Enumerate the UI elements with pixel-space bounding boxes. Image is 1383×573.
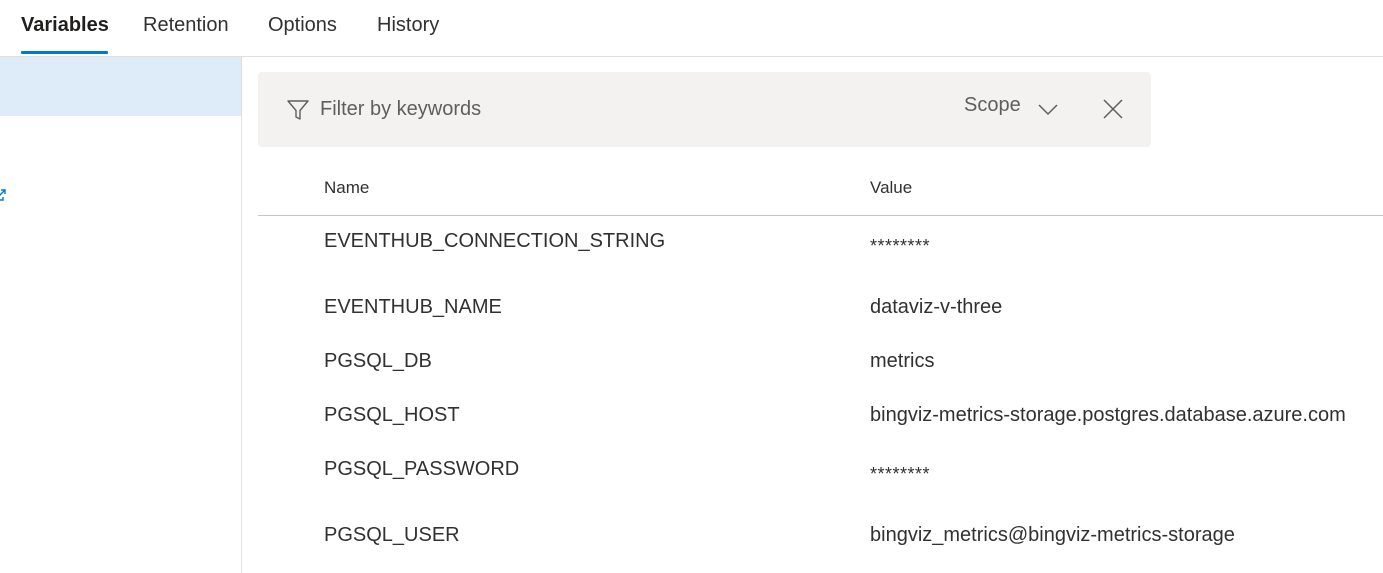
tab-retention[interactable]: Retention xyxy=(143,14,229,37)
variable-value: bingviz_metrics@bingviz-metrics-storage xyxy=(870,524,1235,546)
variable-value: ******** xyxy=(870,236,931,256)
variable-value: bingviz-metrics-storage.postgres.databas… xyxy=(870,404,1346,426)
active-tab-indicator xyxy=(21,51,108,54)
tab-history[interactable]: History xyxy=(377,14,439,37)
sidebar-item-selected[interactable] xyxy=(0,57,241,116)
scope-dropdown[interactable]: Scope xyxy=(964,94,1021,124)
filter-bar: Scope xyxy=(258,72,1151,147)
tab-options[interactable]: Options xyxy=(268,14,337,37)
variable-value: dataviz-v-three xyxy=(870,296,1003,318)
filter-icon xyxy=(287,100,309,120)
sidebar xyxy=(0,57,242,573)
variable-name: PGSQL_USER xyxy=(324,524,460,546)
variable-name: PGSQL_DB xyxy=(324,350,432,372)
column-header-value[interactable]: Value xyxy=(870,178,912,198)
variable-value: metrics xyxy=(870,350,935,372)
chevron-down-icon[interactable] xyxy=(1037,98,1059,120)
filter-keywords-input[interactable] xyxy=(320,94,880,124)
variable-value: ******** xyxy=(870,464,931,484)
variable-name: PGSQL_PASSWORD xyxy=(324,458,520,480)
tab-variables[interactable]: Variables xyxy=(21,14,109,37)
column-header-name[interactable]: Name xyxy=(324,178,369,198)
tab-bar: Variables Retention Options History xyxy=(0,0,1383,57)
close-icon[interactable] xyxy=(1103,99,1123,119)
variable-name: PGSQL_HOST xyxy=(324,404,460,426)
table-header: Name Value xyxy=(258,160,1383,216)
external-link-icon[interactable] xyxy=(0,189,6,201)
variable-name: EVENTHUB_CONNECTION_STRING xyxy=(324,230,666,252)
variable-name: EVENTHUB_NAME xyxy=(324,296,502,318)
